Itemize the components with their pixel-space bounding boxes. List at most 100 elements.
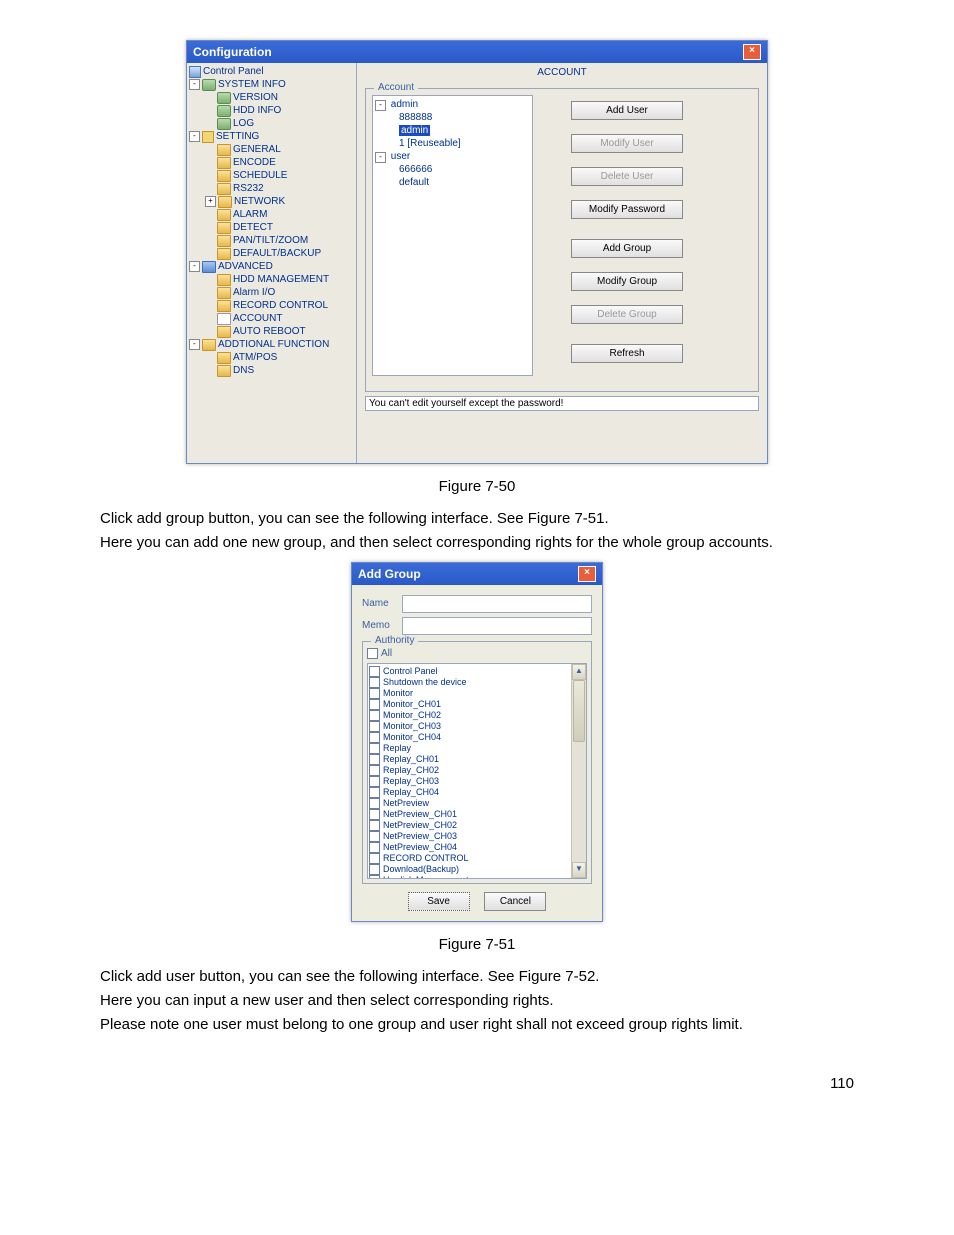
all-checkbox[interactable] <box>367 648 378 659</box>
authority-checkbox[interactable] <box>369 864 380 875</box>
authority-item[interactable]: Replay_CH02 <box>369 765 585 776</box>
authority-checkbox[interactable] <box>369 831 380 842</box>
name-input[interactable] <box>402 595 592 613</box>
plus-icon[interactable]: + <box>205 196 216 207</box>
acct-user-default[interactable]: default <box>399 177 429 188</box>
tree-general[interactable]: GENERAL <box>233 143 281 156</box>
tree-system-info[interactable]: SYSTEM INFO <box>218 78 286 91</box>
add-group-button[interactable]: Add Group <box>571 239 683 258</box>
authority-checkbox[interactable] <box>369 853 380 864</box>
refresh-button[interactable]: Refresh <box>571 344 683 363</box>
add-user-button[interactable]: Add User <box>571 101 683 120</box>
scroll-up-icon[interactable]: ▲ <box>572 664 586 680</box>
authority-checkbox[interactable] <box>369 875 380 879</box>
authority-checkbox[interactable] <box>369 743 380 754</box>
authority-item[interactable]: RECORD CONTROL <box>369 853 585 864</box>
acct-admin[interactable]: admin <box>391 99 418 110</box>
authority-item[interactable]: Control Panel <box>369 666 585 677</box>
minus-icon[interactable]: - <box>189 339 200 350</box>
authority-checkbox[interactable] <box>369 677 380 688</box>
minus-icon[interactable]: - <box>375 152 386 163</box>
authority-checkbox[interactable] <box>369 787 380 798</box>
authority-list[interactable]: Control PanelShutdown the deviceMonitorM… <box>367 663 587 879</box>
authority-item[interactable]: Shutdown the device <box>369 677 585 688</box>
authority-checkbox[interactable] <box>369 721 380 732</box>
tree-hdd-mgmt[interactable]: HDD MANAGEMENT <box>233 273 329 286</box>
authority-checkbox[interactable] <box>369 666 380 677</box>
tree-account[interactable]: ACCOUNT <box>233 312 282 325</box>
authority-item[interactable]: Monitor_CH03 <box>369 721 585 732</box>
authority-checkbox[interactable] <box>369 842 380 853</box>
scroll-down-icon[interactable]: ▼ <box>572 862 586 878</box>
tree-addl-func[interactable]: ADDTIONAL FUNCTION <box>218 338 329 351</box>
tree-atm-pos[interactable]: ATM/POS <box>233 351 277 364</box>
close-icon[interactable]: × <box>578 566 596 582</box>
acct-admin-reuse[interactable]: 1 [Reuseable] <box>399 138 461 149</box>
modify-password-button[interactable]: Modify Password <box>571 200 683 219</box>
tree-default-backup[interactable]: DEFAULT/BACKUP <box>233 247 321 260</box>
tree-alarm-io[interactable]: Alarm I/O <box>233 286 275 299</box>
account-tree[interactable]: - admin 888888 admin 1 [Reuseable] - use… <box>372 95 533 376</box>
authority-item[interactable]: Replay <box>369 743 585 754</box>
close-icon[interactable]: × <box>743 44 761 60</box>
authority-checkbox[interactable] <box>369 732 380 743</box>
save-button[interactable]: Save <box>408 892 470 911</box>
tree-rs232[interactable]: RS232 <box>233 182 264 195</box>
authority-item[interactable]: Download(Backup) <box>369 864 585 875</box>
authority-item[interactable]: Replay_CH04 <box>369 787 585 798</box>
authority-item[interactable]: Monitor <box>369 688 585 699</box>
delete-group-button[interactable]: Delete Group <box>571 305 683 324</box>
authority-item[interactable]: NetPreview_CH01 <box>369 809 585 820</box>
memo-input[interactable] <box>402 617 592 635</box>
authority-checkbox[interactable] <box>369 710 380 721</box>
authority-item[interactable]: NetPreview <box>369 798 585 809</box>
nav-tree[interactable]: Control Panel - SYSTEM INFO VERSION HDD I… <box>187 63 357 463</box>
delete-user-button[interactable]: Delete User <box>571 167 683 186</box>
authority-checkbox[interactable] <box>369 765 380 776</box>
minus-icon[interactable]: - <box>189 131 200 142</box>
cancel-button[interactable]: Cancel <box>484 892 546 911</box>
modify-group-button[interactable]: Modify Group <box>571 272 683 291</box>
tree-detect[interactable]: DETECT <box>233 221 273 234</box>
tree-setting[interactable]: SETTING <box>216 130 259 143</box>
tree-encode[interactable]: ENCODE <box>233 156 276 169</box>
authority-item[interactable]: NetPreview_CH02 <box>369 820 585 831</box>
authority-item[interactable]: NetPreview_CH03 <box>369 831 585 842</box>
minus-icon[interactable]: - <box>189 79 200 90</box>
scroll-thumb[interactable] <box>573 680 585 742</box>
authority-item[interactable]: Replay_CH01 <box>369 754 585 765</box>
acct-user[interactable]: user <box>391 151 410 162</box>
authority-checkbox[interactable] <box>369 754 380 765</box>
authority-checkbox[interactable] <box>369 820 380 831</box>
tree-hdd-info[interactable]: HDD INFO <box>233 104 281 117</box>
acct-user-pw[interactable]: 666666 <box>399 164 432 175</box>
modify-user-button[interactable]: Modify User <box>571 134 683 153</box>
tree-record-ctrl[interactable]: RECORD CONTROL <box>233 299 328 312</box>
authority-checkbox[interactable] <box>369 776 380 787</box>
scrollbar[interactable]: ▲ ▼ <box>571 664 586 878</box>
authority-item[interactable]: Monitor_CH01 <box>369 699 585 710</box>
minus-icon[interactable]: - <box>375 100 386 111</box>
tree-log[interactable]: LOG <box>233 117 254 130</box>
tree-ptz[interactable]: PAN/TILT/ZOOM <box>233 234 308 247</box>
tree-network[interactable]: NETWORK <box>234 195 285 208</box>
tree-advanced[interactable]: ADVANCED <box>218 260 273 273</box>
authority-item[interactable]: Monitor_CH04 <box>369 732 585 743</box>
tree-alarm[interactable]: ALARM <box>233 208 267 221</box>
authority-checkbox[interactable] <box>369 809 380 820</box>
authority-item[interactable]: Monitor_CH02 <box>369 710 585 721</box>
authority-item[interactable]: Hardisk Management <box>369 875 585 879</box>
authority-checkbox[interactable] <box>369 688 380 699</box>
acct-admin-pw[interactable]: 888888 <box>399 112 432 123</box>
minus-icon[interactable]: - <box>189 261 200 272</box>
tree-auto-reboot[interactable]: AUTO REBOOT <box>233 325 306 338</box>
tree-schedule[interactable]: SCHEDULE <box>233 169 287 182</box>
authority-item[interactable]: Replay_CH03 <box>369 776 585 787</box>
tree-dns[interactable]: DNS <box>233 364 254 377</box>
authority-checkbox[interactable] <box>369 699 380 710</box>
authority-checkbox[interactable] <box>369 798 380 809</box>
tree-version[interactable]: VERSION <box>233 91 278 104</box>
authority-item[interactable]: NetPreview_CH04 <box>369 842 585 853</box>
acct-admin-selected[interactable]: admin <box>399 125 430 136</box>
tree-control-panel[interactable]: Control Panel <box>203 65 264 78</box>
